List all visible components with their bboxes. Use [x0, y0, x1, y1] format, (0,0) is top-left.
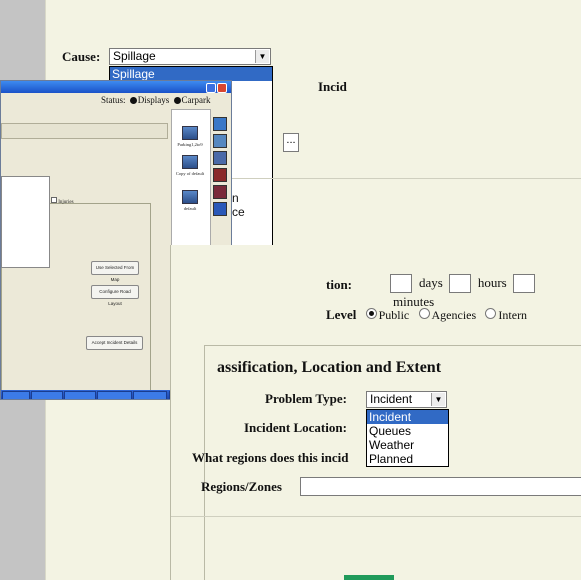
- browse-button[interactable]: ...: [283, 133, 299, 152]
- section-title: assification, Location and Extent: [217, 359, 448, 377]
- folder-icon: [182, 155, 198, 169]
- cause-label: Cause:: [62, 49, 101, 64]
- taskbar-item[interactable]: [133, 391, 167, 399]
- problem-type-label: Problem Type:: [265, 391, 347, 406]
- calendar-icon[interactable]: [213, 134, 227, 148]
- window-titlebar: [1, 81, 231, 93]
- regions-zones-input[interactable]: [300, 477, 581, 496]
- problem-type-option[interactable]: Queues: [367, 424, 448, 438]
- configure-road-button[interactable]: Configure Road Layout: [91, 285, 139, 306]
- map-icon[interactable]: [213, 117, 227, 131]
- taskbar-item[interactable]: [97, 391, 132, 399]
- minimize-icon[interactable]: [206, 83, 216, 93]
- days-label: days: [419, 275, 443, 291]
- regions-zones-label: Regions/Zones: [201, 479, 282, 494]
- submit-button[interactable]: [344, 575, 394, 580]
- status-displays[interactable]: Displays: [138, 95, 170, 105]
- problem-type-select[interactable]: Incident ▼: [366, 391, 447, 408]
- taskbar-item[interactable]: [31, 391, 63, 399]
- camera-icon[interactable]: [213, 185, 227, 199]
- level-intern[interactable]: Intern: [498, 308, 527, 322]
- chevron-down-icon[interactable]: ▼: [431, 393, 445, 406]
- status-label: Status:: [101, 95, 126, 105]
- hours-input[interactable]: [448, 274, 471, 293]
- minutes-input[interactable]: [512, 274, 535, 293]
- problem-type-option[interactable]: Weather: [367, 438, 448, 452]
- parking-icon[interactable]: [213, 202, 227, 216]
- folder-icon: [182, 190, 198, 204]
- accept-incident-button[interactable]: Accept Incident Details: [86, 336, 143, 350]
- level-row: Level Public Agencies Intern: [326, 307, 527, 323]
- level-public[interactable]: Public: [379, 308, 410, 322]
- cause-option[interactable]: Spillage: [110, 67, 272, 81]
- duration-fields: days hours minutes: [390, 274, 581, 311]
- incident-label: Incid: [318, 79, 347, 94]
- status-bar: Status: Displays Carpark: [101, 95, 211, 105]
- cause-select[interactable]: Spillage ▼: [109, 48, 271, 65]
- incident-location-label: Incident Location:: [244, 420, 347, 435]
- pocket-tile[interactable]: Copy of default: [174, 155, 206, 176]
- folder-icon: [182, 126, 198, 140]
- cause-select-value: Spillage: [113, 49, 156, 63]
- status-dot-icon: [129, 97, 137, 104]
- record-icon[interactable]: [213, 168, 227, 182]
- tool-strip: [213, 117, 229, 247]
- header-strip: [1, 123, 168, 139]
- problem-type-value: Incident: [370, 392, 413, 406]
- radio-public-icon[interactable]: [365, 308, 377, 319]
- divider: [171, 516, 581, 517]
- hours-label: hours: [477, 275, 507, 291]
- level-label: Level: [326, 307, 357, 322]
- days-input[interactable]: [390, 274, 412, 293]
- incident-details-dialog: tion: days hours minutes Level Public Ag…: [170, 245, 581, 580]
- taskbar-item[interactable]: [2, 391, 30, 399]
- display-icon[interactable]: [213, 151, 227, 165]
- partial-line-1: n: [232, 191, 239, 205]
- checkbox-icon[interactable]: [51, 197, 57, 203]
- pocket-tile[interactable]: default: [174, 190, 206, 211]
- white-panel: [1, 176, 50, 268]
- radio-intern-icon[interactable]: [485, 308, 497, 319]
- problem-type-dropdown[interactable]: Incident Queues Weather Planned: [366, 409, 449, 467]
- duration-label: tion:: [326, 277, 352, 292]
- partial-line-2: ce: [232, 205, 245, 219]
- problem-type-option[interactable]: Planned: [367, 452, 448, 466]
- close-icon[interactable]: [217, 83, 227, 93]
- pocket-tile[interactable]: Parking1,2to9: [174, 126, 206, 147]
- status-dot-icon: [173, 97, 181, 104]
- injuries-checkbox[interactable]: Injuries: [51, 197, 74, 205]
- radio-agencies-icon[interactable]: [418, 308, 430, 319]
- level-agencies[interactable]: Agencies: [432, 308, 477, 322]
- problem-type-option[interactable]: Incident: [367, 410, 448, 424]
- status-carpark[interactable]: Carpark: [182, 95, 211, 105]
- use-selected-button[interactable]: Use Selected From Map: [91, 261, 139, 282]
- regions-question: What regions does this incid: [192, 450, 349, 465]
- chevron-down-icon[interactable]: ▼: [255, 50, 269, 63]
- taskbar-item[interactable]: [64, 391, 96, 399]
